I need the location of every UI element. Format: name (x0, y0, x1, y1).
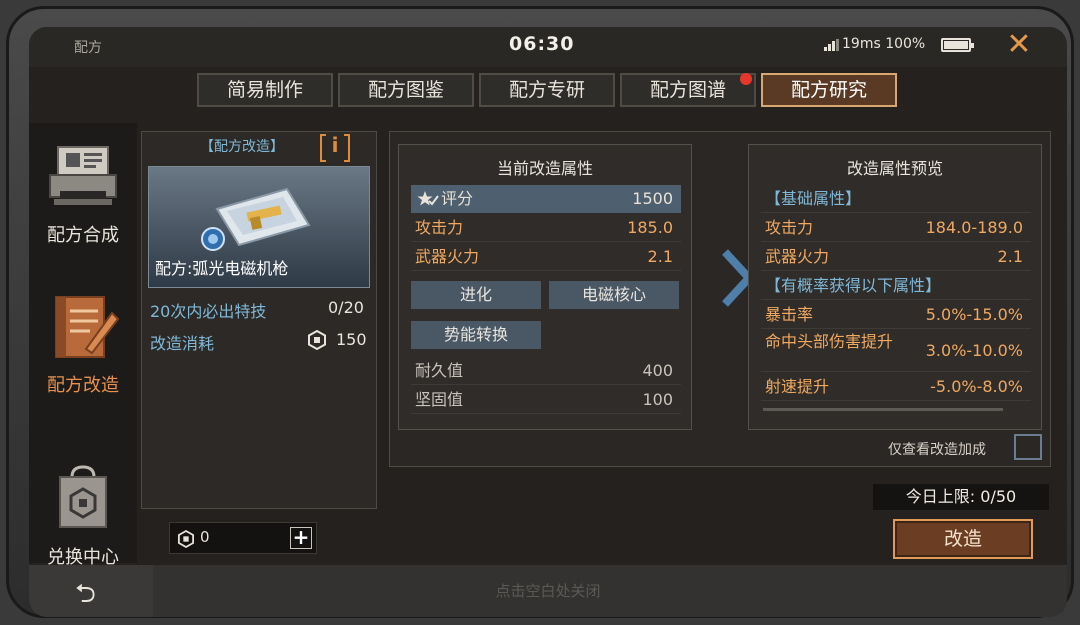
solidity-label: 坚固值 (415, 390, 464, 409)
tab-label: 配方图鉴 (367, 79, 444, 101)
material-icon (178, 530, 194, 548)
chance-header-label: 【有概率获得以下属性】 (765, 276, 942, 295)
preview-attributes-panel: 改造属性预览 【基础属性】 攻击力 184.0-189.0 武器火力 2.1 【… (748, 144, 1042, 430)
preview-firepower-row: 武器火力 2.1 (761, 243, 1031, 271)
nav-recipe-synth[interactable]: 配方合成 (29, 141, 137, 247)
tab-label: 配方图谱 (649, 79, 726, 101)
attack-label: 攻击力 (415, 218, 464, 237)
firerate-label: 射速提升 (765, 377, 830, 396)
firerate-row: 射速提升 -5.0%-8.0% (761, 373, 1031, 401)
firepower-label: 武器火力 (415, 247, 480, 266)
preview-attributes-title: 改造属性预览 (846, 159, 943, 178)
base-header-label: 【基础属性】 (765, 189, 862, 208)
firerate-value: -5.0%-8.0% (930, 377, 1023, 396)
score-row: 评分 1500 (411, 185, 681, 213)
blueprint-icon (201, 187, 311, 251)
scroll-fade (763, 403, 1029, 413)
guarantee-value: 0/20 (328, 298, 364, 317)
tab-bar: 简易制作 配方图鉴 配方专研 配方图谱 配方研究 (197, 73, 897, 107)
only-view-checkbox[interactable] (1014, 434, 1042, 460)
crit-row: 暴击率 5.0%-15.0% (761, 301, 1031, 329)
chance-attributes-header: 【有概率获得以下属性】 (761, 272, 1031, 300)
solidity-value: 100 (642, 390, 673, 409)
nav-label: 配方合成 (47, 225, 119, 246)
trait-chip[interactable]: 势能转换 (411, 321, 541, 349)
only-view-label: 仅查看改造加成 (888, 442, 986, 458)
tab-recipe-atlas[interactable]: 配方图谱 (620, 73, 756, 107)
notebook-pen-icon (55, 296, 120, 358)
durability-value: 400 (642, 361, 673, 380)
guarantee-label: 20次内必出特技 (150, 302, 267, 321)
cost-value: 150 (336, 330, 367, 349)
game-screen: 配方 06:30 19ms 100% ✕ 简易制作 配方图鉴 配方专研 配方图谱… (29, 27, 1067, 617)
clock: 06:30 (509, 33, 575, 55)
add-material-button[interactable]: + (290, 527, 312, 549)
durability-row: 耐久值 400 (411, 357, 681, 385)
base-attributes-header: 【基础属性】 (761, 185, 1031, 213)
solidity-row: 坚固值 100 (411, 386, 681, 414)
tab-recipe-research[interactable]: 配方研究 (761, 73, 897, 107)
material-counter: 0 + (169, 522, 317, 554)
tab-recipe-catalog[interactable]: 配方图鉴 (338, 73, 474, 107)
window-title: 配方 (74, 40, 102, 56)
signal-icon (824, 39, 840, 51)
recipe-card-panel: 【配方改造】 i 配方:弧光电磁机枪 20次内必出特技 0/20 改造消耗 15… (141, 131, 377, 509)
attribute-area: 当前改造属性 评分 1500 攻击力 185.0 武器火力 2.1 进化 电磁核… (389, 131, 1051, 467)
trait-chip[interactable]: 进化 (411, 281, 541, 309)
nav-exchange-center[interactable]: 兑换中心 (29, 463, 137, 569)
close-icon[interactable]: ✕ (1004, 29, 1034, 61)
recipe-item-card[interactable]: 配方:弧光电磁机枪 (148, 166, 370, 288)
network-status: 19ms 100% (842, 36, 926, 52)
rating-star-icon (417, 191, 439, 206)
crit-value: 5.0%-15.0% (925, 305, 1023, 324)
device-frame: 配方 06:30 19ms 100% ✕ 简易制作 配方图鉴 配方专研 配方图谱… (6, 6, 1074, 618)
current-attributes-panel: 当前改造属性 评分 1500 攻击力 185.0 武器火力 2.1 进化 电磁核… (398, 144, 692, 430)
tab-label: 简易制作 (226, 79, 303, 101)
durability-label: 耐久值 (415, 361, 464, 380)
tap-close-hint: 点击空白处关闭 (495, 582, 601, 600)
cost-label: 改造消耗 (150, 334, 215, 353)
headshot-label: 命中头部伤害提升 (765, 332, 894, 351)
headshot-value: 3.0%-10.0% (925, 341, 1023, 360)
preview-attack-row: 攻击力 184.0-189.0 (761, 214, 1031, 242)
nav-label: 配方改造 (47, 375, 119, 396)
tab-label: 配方研究 (790, 79, 867, 101)
bottom-bar[interactable]: 点击空白处关闭 ⮌ (29, 565, 1067, 617)
notification-dot (740, 73, 752, 85)
headshot-row: 命中头部伤害提升 3.0%-10.0% (761, 330, 1031, 372)
attack-value: 185.0 (627, 218, 673, 237)
tab-recipe-study[interactable]: 配方专研 (479, 73, 615, 107)
firepower-value: 2.1 (647, 247, 673, 266)
card-title: 【配方改造】 (200, 139, 284, 155)
daily-limit: 今日上限: 0/50 (873, 484, 1049, 510)
preview-attack-label: 攻击力 (765, 218, 814, 237)
printer-icon (49, 146, 117, 205)
nav-recipe-modify[interactable]: 配方改造 (29, 291, 137, 397)
material-icon (308, 330, 326, 350)
current-attributes-title: 当前改造属性 (496, 159, 593, 178)
preview-firepower-value: 2.1 (997, 247, 1023, 266)
trait-chip[interactable]: 电磁核心 (549, 281, 679, 309)
status-bar: 配方 06:30 19ms 100% ✕ (29, 27, 1067, 67)
back-arrow-icon: ⮌ (75, 579, 96, 609)
crit-label: 暴击率 (765, 305, 814, 324)
info-button[interactable]: i (320, 134, 350, 162)
tab-simple-craft[interactable]: 简易制作 (197, 73, 333, 107)
preview-firepower-label: 武器火力 (765, 247, 830, 266)
preview-attack-value: 184.0-189.0 (925, 218, 1023, 237)
score-value: 1500 (632, 189, 673, 208)
recipe-name: 配方:弧光电磁机枪 (155, 259, 289, 278)
battery-icon (941, 38, 974, 52)
tab-label: 配方专研 (508, 79, 585, 101)
firepower-row: 武器火力 2.1 (411, 243, 681, 271)
score-label: 评分 (441, 189, 474, 208)
attack-row: 攻击力 185.0 (411, 214, 681, 242)
material-count: 0 (200, 528, 210, 546)
left-nav: 配方合成 配方改造 兑换中心 (29, 123, 137, 568)
shopping-bag-icon (59, 465, 107, 528)
modify-button[interactable]: 改造 (893, 519, 1033, 559)
back-button[interactable]: ⮌ (29, 565, 153, 617)
